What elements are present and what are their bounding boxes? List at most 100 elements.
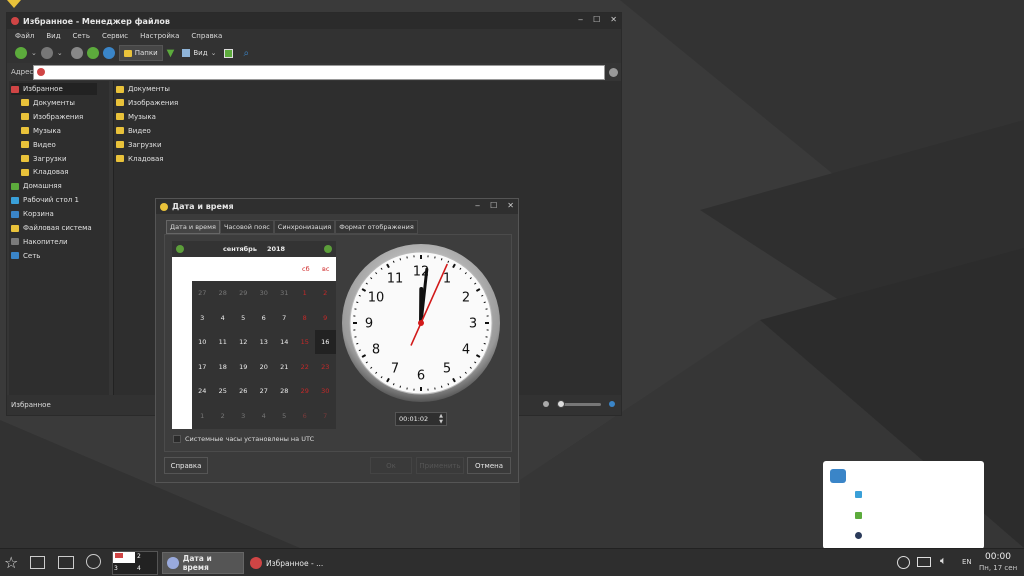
calendar-day[interactable]: 23: [315, 355, 336, 379]
menu-file[interactable]: Файл: [15, 32, 34, 40]
file-list-item[interactable]: Кладовая: [116, 153, 163, 165]
calendar-day[interactable]: 2: [315, 281, 336, 305]
workspace-2[interactable]: 2: [137, 553, 141, 560]
calendar-day[interactable]: 4: [254, 404, 275, 428]
clock-time[interactable]: 00:00: [985, 552, 1011, 562]
tab-date-time[interactable]: Дата и время: [166, 220, 220, 234]
tab-format[interactable]: Формат отображения: [335, 220, 418, 234]
up-icon[interactable]: [70, 47, 83, 59]
address-input[interactable]: [33, 64, 605, 80]
windows-icon[interactable]: [58, 556, 74, 569]
split-view-icon[interactable]: [224, 48, 234, 58]
maximize-button[interactable]: ☐: [593, 15, 600, 24]
tray-item-3-icon[interactable]: [855, 532, 862, 539]
menu-network[interactable]: Сеть: [73, 32, 90, 40]
calendar-day[interactable]: 29: [295, 379, 316, 403]
calendar-day[interactable]: 16: [315, 330, 336, 354]
zoom-slider-knob[interactable]: [557, 400, 565, 408]
calendar-day[interactable]: 7: [315, 404, 336, 428]
cancel-button[interactable]: Отмена: [467, 457, 511, 474]
clock-date[interactable]: Пн, 17 сен: [979, 564, 1017, 572]
help-button[interactable]: Справка: [164, 457, 208, 474]
sidebar-item[interactable]: Корзина: [11, 208, 54, 220]
workspace-pager[interactable]: 2 3 4: [112, 551, 158, 575]
file-list-item[interactable]: Музыка: [116, 111, 156, 123]
volume-icon[interactable]: 🔈︎: [940, 554, 947, 568]
calendar-day[interactable]: 27: [192, 281, 213, 305]
calendar-day[interactable]: 6: [254, 306, 275, 330]
file-list-item[interactable]: Загрузки: [116, 139, 162, 151]
calendar-day[interactable]: 21: [274, 355, 295, 379]
calendar-day[interactable]: 8: [295, 306, 316, 330]
keyboard-layout[interactable]: EN: [962, 558, 972, 566]
search-icon[interactable]: ⌕: [243, 48, 249, 59]
close-button[interactable]: ✕: [610, 15, 617, 24]
dialog-maximize-button[interactable]: ☐: [490, 201, 497, 210]
zoom-out-icon[interactable]: [543, 401, 549, 407]
calendar-day[interactable]: 25: [213, 379, 234, 403]
calendar-day[interactable]: 5: [233, 306, 254, 330]
workspace-4[interactable]: 4: [137, 565, 141, 572]
refresh-icon[interactable]: [102, 47, 115, 59]
address-go-icon[interactable]: [609, 67, 618, 77]
calendar-day[interactable]: 1: [192, 404, 213, 428]
dialog-minimize-button[interactable]: ‒: [475, 201, 480, 210]
calendar-day[interactable]: 20: [254, 355, 275, 379]
calendar-day[interactable]: 17: [192, 355, 213, 379]
apply-button[interactable]: Применить: [416, 457, 464, 474]
forward-icon[interactable]: [40, 47, 53, 59]
sidebar-item[interactable]: Кладовая: [21, 166, 68, 178]
desktop-icon[interactable]: [30, 556, 45, 569]
calendar-day[interactable]: 11: [213, 330, 234, 354]
calendar-day[interactable]: 3: [233, 404, 254, 428]
tray-item-2-icon[interactable]: [855, 512, 862, 519]
forward-dropdown-icon[interactable]: ⌄: [57, 49, 63, 57]
menu-settings[interactable]: Настройка: [140, 32, 179, 40]
calendar-day[interactable]: 6: [295, 404, 316, 428]
file-list-item[interactable]: Видео: [116, 125, 151, 137]
calendar-day[interactable]: 15: [295, 330, 316, 354]
calendar-day[interactable]: 24: [192, 379, 213, 403]
folders-button[interactable]: Папки: [118, 45, 163, 61]
calendar-day[interactable]: 22: [295, 355, 316, 379]
calendar-day[interactable]: 29: [233, 281, 254, 305]
calendar-day[interactable]: 3: [192, 306, 213, 330]
calendar-day[interactable]: 30: [315, 379, 336, 403]
spin-arrows-icon[interactable]: ▲ ▼: [439, 413, 443, 425]
calendar-day[interactable]: 2: [213, 404, 234, 428]
calendar-day[interactable]: 18: [213, 355, 234, 379]
network-tray-icon[interactable]: [897, 556, 910, 569]
sidebar-item[interactable]: Избранное: [11, 83, 97, 95]
calendar-day[interactable]: 28: [213, 281, 234, 305]
sidebar-item[interactable]: Музыка: [21, 125, 61, 137]
calendar-day[interactable]: 1: [295, 281, 316, 305]
dialog-close-button[interactable]: ✕: [507, 201, 514, 210]
home-icon[interactable]: [86, 47, 99, 59]
file-list-item[interactable]: Изображения: [116, 97, 178, 109]
calendar-day[interactable]: 7: [274, 306, 295, 330]
fm-titlebar[interactable]: Избранное - Менеджер файлов ‒ ☐ ✕: [7, 13, 621, 29]
utc-checkbox-row[interactable]: Системные часы установлены на UTC: [173, 435, 314, 443]
start-menu-icon[interactable]: ☆: [4, 553, 18, 572]
calendar-day[interactable]: 31: [274, 281, 295, 305]
menu-view[interactable]: Вид: [46, 32, 60, 40]
file-list-item[interactable]: Документы: [116, 83, 170, 95]
task-date-time[interactable]: Дата и время: [162, 552, 244, 574]
back-dropdown-icon[interactable]: ⌄: [31, 49, 37, 57]
filter-icon[interactable]: ▼: [167, 48, 175, 59]
sidebar-item[interactable]: Загрузки: [21, 153, 67, 165]
zoom-in-icon[interactable]: [609, 401, 615, 407]
sidebar-item[interactable]: Рабочий стол 1: [11, 194, 79, 206]
workspace-3[interactable]: 3: [114, 565, 118, 572]
tab-sync[interactable]: Синхронизация: [273, 220, 336, 234]
zoom-slider[interactable]: [557, 400, 601, 408]
date-time-dialog[interactable]: Дата и время ‒ ☐ ✕ Дата и время Часовой …: [155, 198, 519, 483]
time-spinbox[interactable]: 00:01:02 ▲ ▼: [395, 412, 447, 426]
calendar-day[interactable]: 14: [274, 330, 295, 354]
calendar-day[interactable]: 5: [274, 404, 295, 428]
calendar-day[interactable]: 13: [254, 330, 275, 354]
sidebar-item[interactable]: Видео: [21, 139, 56, 151]
shell-icon[interactable]: [86, 554, 101, 569]
menu-help[interactable]: Справка: [191, 32, 222, 40]
tray-item-1-icon[interactable]: [855, 491, 862, 498]
